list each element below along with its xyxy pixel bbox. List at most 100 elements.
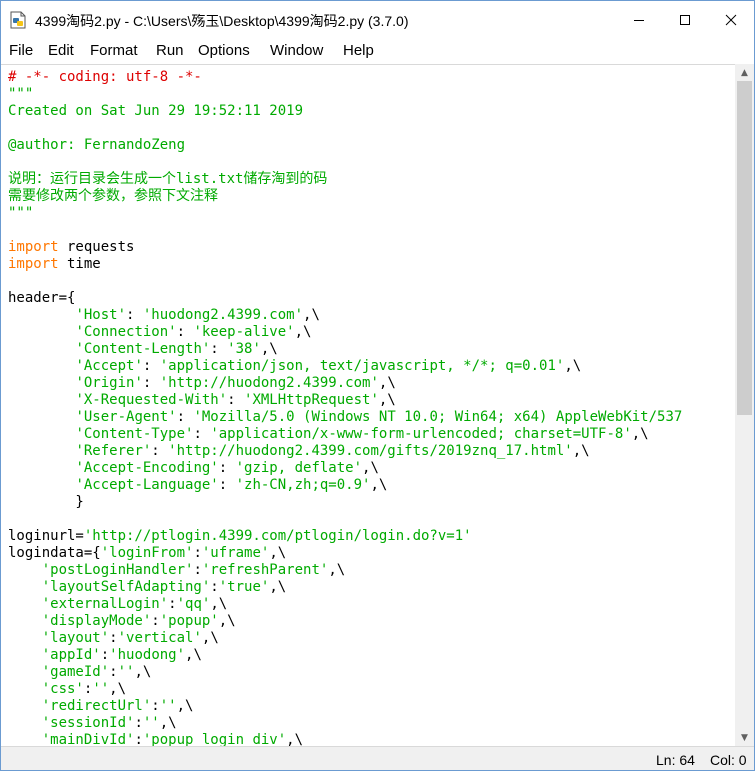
- code-line[interactable]: import requests: [8, 239, 735, 256]
- code-text-segment: }: [8, 494, 84, 510]
- code-line[interactable]: 'layout':'vertical',\: [8, 630, 735, 647]
- code-text-segment: ,\: [362, 460, 379, 476]
- code-line[interactable]: }: [8, 494, 735, 511]
- code-string: 'Accept-Encoding': [75, 460, 219, 476]
- code-text-segment: [8, 443, 75, 459]
- code-line[interactable]: [8, 222, 735, 239]
- code-text-segment: [8, 307, 75, 323]
- code-line[interactable]: 'appId':'huodong',\: [8, 647, 735, 664]
- code-string: 'XMLHttpRequest': [244, 392, 379, 408]
- code-line[interactable]: import time: [8, 256, 735, 273]
- code-line[interactable]: 'Referer': 'http://huodong2.4399.com/gif…: [8, 443, 735, 460]
- code-string: 'true': [218, 579, 270, 595]
- code-string: 'Referer': [75, 443, 152, 459]
- window-title: 4399淘码2.py - C:\Users\殇玉\Desktop\4399淘码2…: [35, 13, 409, 29]
- code-text-segment: [8, 630, 42, 646]
- code-line[interactable]: loginurl='http://ptlogin.4399.com/ptlogi…: [8, 528, 735, 545]
- code-text-segment: ,\: [370, 477, 388, 493]
- code-line[interactable]: 'postLoginHandler':'refreshParent',\: [8, 562, 735, 579]
- code-line[interactable]: """: [8, 205, 735, 222]
- code-line[interactable]: Created on Sat Jun 29 19:52:11 2019: [8, 103, 735, 120]
- code-line[interactable]: 'sessionId':'',\: [8, 715, 735, 732]
- menu-format[interactable]: Format: [90, 42, 138, 59]
- code-line[interactable]: 'Host': 'huodong2.4399.com',\: [8, 307, 735, 324]
- menu-window[interactable]: Window: [270, 42, 323, 59]
- close-icon: [725, 14, 737, 26]
- code-string: '': [142, 715, 160, 731]
- scroll-up-arrow-icon[interactable]: ▲: [735, 64, 754, 81]
- code-text-segment: ,\: [159, 715, 177, 731]
- code-text-segment: [8, 375, 75, 391]
- code-string: 'qq': [176, 596, 211, 612]
- menu-options[interactable]: Options: [198, 42, 250, 59]
- code-line[interactable]: 说明：运行目录会生成一个list.txt储存淘到的码: [8, 171, 735, 188]
- menu-help[interactable]: Help: [343, 42, 374, 59]
- code-string: 'mainDivId': [41, 732, 135, 747]
- code-string: 'layout': [41, 630, 110, 646]
- code-line[interactable]: 'externalLogin':'qq',\: [8, 596, 735, 613]
- code-text-segment: [8, 460, 75, 476]
- minimize-button[interactable]: [616, 1, 662, 39]
- code-line[interactable]: 'User-Agent': 'Mozilla/5.0 (Windows NT 1…: [8, 409, 735, 426]
- code-line[interactable]: logindata={'loginFrom':'uframe',\: [8, 545, 735, 562]
- code-line[interactable]: [8, 120, 735, 137]
- code-text-segment: loginurl=: [8, 528, 84, 544]
- code-string: 'Accept-Language': [75, 477, 219, 493]
- code-line[interactable]: [8, 511, 735, 528]
- code-string: 'http://ptlogin.4399.com/ptlogin/login.d…: [83, 528, 472, 544]
- code-line[interactable]: 'Connection': 'keep-alive',\: [8, 324, 735, 341]
- code-string: 'Content-Type': [75, 426, 194, 442]
- scrollbar-thumb[interactable]: [737, 81, 752, 415]
- code-text-segment: ,\: [218, 613, 236, 629]
- code-text-segment: :: [151, 698, 160, 714]
- code-string: 'displayMode': [41, 613, 152, 629]
- code-text-segment: :: [142, 375, 160, 391]
- close-button[interactable]: [708, 1, 754, 39]
- code-text-segment: [8, 324, 75, 340]
- python-file-icon: [10, 11, 26, 29]
- code-string: 'http://huodong2.4399.com': [159, 375, 379, 391]
- menu-run[interactable]: Run: [156, 42, 184, 59]
- code-line[interactable]: 'gameId':'',\: [8, 664, 735, 681]
- code-text-segment: ,\: [286, 732, 304, 747]
- maximize-button[interactable]: [662, 1, 708, 39]
- code-line[interactable]: 'Origin': 'http://huodong2.4399.com',\: [8, 375, 735, 392]
- code-line[interactable]: 'X-Requested-With': 'XMLHttpRequest',\: [8, 392, 735, 409]
- status-column: Col: 0: [710, 752, 747, 768]
- title-bar[interactable]: 4399淘码2.py - C:\Users\殇玉\Desktop\4399淘码2…: [1, 1, 754, 39]
- code-text[interactable]: # -*- coding: utf-8 -*- """ Created on Sat…: [1, 65, 735, 747]
- code-text-segment: [8, 562, 42, 578]
- scroll-down-arrow-icon[interactable]: ▼: [735, 729, 754, 746]
- code-line[interactable]: [8, 273, 735, 290]
- code-string: 'Host': [75, 307, 127, 323]
- vertical-scrollbar[interactable]: ▲ ▼: [735, 64, 754, 746]
- code-line[interactable]: [8, 154, 735, 171]
- code-line[interactable]: 'Content-Length': '38',\: [8, 341, 735, 358]
- code-line[interactable]: 'redirectUrl':'',\: [8, 698, 735, 715]
- code-line[interactable]: 'Content-Type': 'application/x-www-form-…: [8, 426, 735, 443]
- code-text-segment: ,\: [201, 630, 219, 646]
- code-line[interactable]: @author: FernandoZeng: [8, 137, 735, 154]
- menu-file[interactable]: File: [9, 42, 33, 59]
- code-text-segment: [8, 596, 42, 612]
- code-string: 'uframe': [201, 545, 270, 561]
- code-line[interactable]: 'Accept-Encoding': 'gzip, deflate',\: [8, 460, 735, 477]
- code-text-segment: [8, 426, 75, 442]
- code-line[interactable]: # -*- coding: utf-8 -*-: [8, 69, 735, 86]
- code-line[interactable]: """: [8, 86, 735, 103]
- code-text-segment: [8, 409, 75, 425]
- code-line[interactable]: 'layoutSelfAdapting':'true',\: [8, 579, 735, 596]
- code-line[interactable]: 'Accept': 'application/json, text/javasc…: [8, 358, 735, 375]
- menu-edit[interactable]: Edit: [48, 42, 74, 59]
- code-editor[interactable]: # -*- coding: utf-8 -*- """ Created on Sat…: [1, 64, 735, 747]
- code-text-segment: requests: [58, 239, 135, 255]
- code-line[interactable]: 'Accept-Language': 'zh-CN,zh;q=0.9',\: [8, 477, 735, 494]
- code-line[interactable]: 'mainDivId':'popup_login_div',\: [8, 732, 735, 747]
- code-text-segment: :: [151, 613, 160, 629]
- code-line[interactable]: 需要修改两个参数，参照下文注释: [8, 188, 735, 205]
- code-line[interactable]: header={: [8, 290, 735, 307]
- code-line[interactable]: 'css':'',\: [8, 681, 735, 698]
- code-line[interactable]: 'displayMode':'popup',\: [8, 613, 735, 630]
- code-text-segment: ,\: [210, 596, 228, 612]
- code-text-segment: :: [109, 664, 118, 680]
